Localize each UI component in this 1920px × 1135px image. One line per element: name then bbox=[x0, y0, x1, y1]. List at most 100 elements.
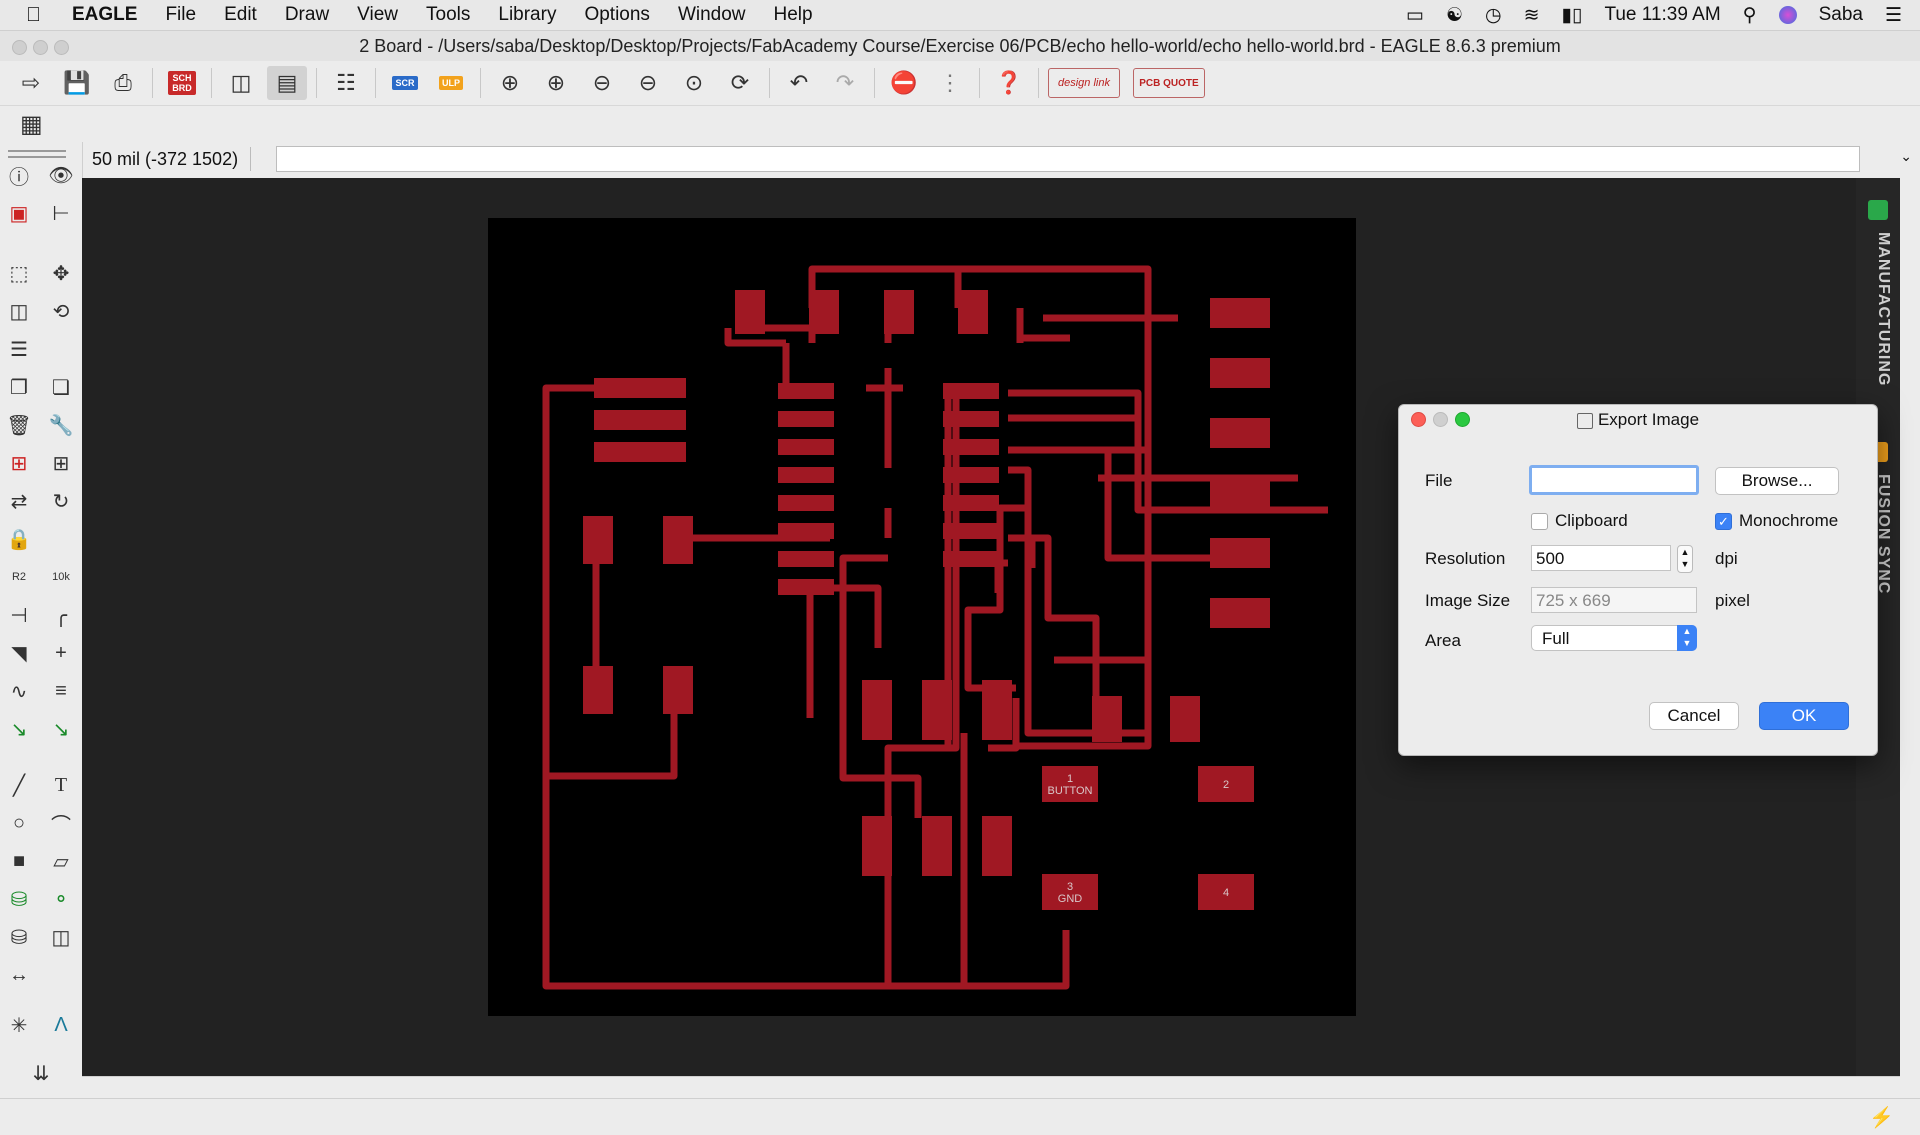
chevron-down-icon[interactable]: ⌄ bbox=[1900, 148, 1912, 165]
print-icon[interactable]: ⎙ bbox=[103, 66, 143, 100]
menu-view[interactable]: View bbox=[343, 4, 412, 26]
move-icon[interactable]: ✥ bbox=[46, 260, 76, 286]
manufacturing-tab[interactable]: MANUFACTURING bbox=[1874, 232, 1892, 386]
swap-icon[interactable]: ⇄ bbox=[4, 488, 34, 514]
polygon-icon[interactable]: ▱ bbox=[46, 848, 76, 874]
script-button[interactable]: SCR bbox=[385, 66, 425, 100]
menu-help[interactable]: Help bbox=[760, 4, 827, 26]
miter-icon[interactable]: ╭ bbox=[46, 602, 76, 628]
file-input[interactable] bbox=[1529, 465, 1699, 495]
design-link-button[interactable]: design link bbox=[1048, 68, 1120, 98]
close-window-button[interactable] bbox=[12, 40, 27, 55]
ulp-button[interactable]: ULP bbox=[431, 66, 471, 100]
dimension-icon[interactable]: ↔ bbox=[4, 962, 34, 988]
open-icon[interactable]: ⇨ bbox=[11, 66, 51, 100]
ripup-icon[interactable]: ↘ bbox=[46, 716, 76, 742]
redraw-icon[interactable]: ⟳ bbox=[720, 66, 760, 100]
lightning-icon[interactable]: ⚡ bbox=[1869, 1105, 1894, 1130]
vertical-scrollbar[interactable] bbox=[1900, 178, 1920, 1076]
mark-icon[interactable]: ⊢ bbox=[46, 200, 76, 226]
arc-icon[interactable]: ⌒ bbox=[46, 810, 76, 837]
more-tools-icon[interactable]: ⇊ bbox=[26, 1060, 56, 1086]
zoom-select-icon[interactable]: ⊙ bbox=[674, 66, 714, 100]
pcb-quote-button[interactable]: PCB QUOTE bbox=[1133, 68, 1205, 98]
slice-icon[interactable]: ◥ bbox=[4, 640, 34, 666]
autorouter-icon[interactable]: Λ bbox=[46, 1012, 76, 1038]
replace-icon[interactable]: ⊞ bbox=[46, 450, 76, 476]
circle-icon[interactable]: ○ bbox=[4, 810, 34, 836]
value-icon[interactable]: 10k bbox=[46, 564, 76, 590]
menu-options[interactable]: Options bbox=[570, 4, 663, 26]
switch-sch-brd-button[interactable]: SCH BRD bbox=[162, 66, 202, 100]
eye-icon[interactable]: 👁 bbox=[46, 162, 76, 188]
undo-icon[interactable]: ↶ bbox=[779, 66, 819, 100]
manufacturing-icon[interactable]: ▤ bbox=[267, 66, 307, 100]
battery-icon[interactable]: ▮▯ bbox=[1562, 4, 1583, 27]
line-icon[interactable]: ╱ bbox=[4, 772, 34, 798]
via-icon[interactable]: ⛁ bbox=[4, 886, 34, 912]
rotate-icon[interactable]: ⟲ bbox=[46, 298, 76, 324]
info-icon[interactable]: ⓘ bbox=[4, 162, 34, 189]
ok-button[interactable]: OK bbox=[1759, 702, 1849, 730]
redo-icon[interactable]: ↷ bbox=[825, 66, 865, 100]
signal-icon[interactable]: ⚬ bbox=[46, 886, 76, 912]
route-icon[interactable]: ↘ bbox=[4, 716, 34, 742]
spotlight-icon[interactable]: ⚲ bbox=[1743, 4, 1757, 27]
help-icon[interactable]: ❓ bbox=[989, 66, 1029, 100]
layers-icon[interactable]: ▣ bbox=[4, 200, 34, 226]
user-name[interactable]: Saba bbox=[1819, 4, 1863, 26]
diff-pair-icon[interactable]: ≡ bbox=[46, 678, 76, 704]
select-icon[interactable]: ⬚ bbox=[4, 260, 34, 286]
area-select[interactable]: Full ▲ ▼ bbox=[1531, 625, 1697, 651]
zoom-out-icon[interactable]: ⊖ bbox=[582, 66, 622, 100]
zoom-previous-icon[interactable]: ⊖ bbox=[628, 66, 668, 100]
grid-icon[interactable]: ▦ bbox=[20, 110, 43, 139]
paste-icon[interactable]: ❏ bbox=[46, 374, 76, 400]
copy-icon[interactable]: ❐ bbox=[4, 374, 34, 400]
menu-file[interactable]: File bbox=[151, 4, 210, 26]
delete-icon[interactable]: 🗑 bbox=[4, 412, 34, 438]
name-icon[interactable]: R2 bbox=[4, 564, 34, 590]
time-machine-icon[interactable]: ◷ bbox=[1485, 4, 1502, 27]
menu-app-name[interactable]: EAGLE bbox=[54, 4, 151, 26]
command-line-input[interactable] bbox=[276, 146, 1860, 172]
clipboard-checkbox[interactable] bbox=[1531, 513, 1548, 530]
ratsnest-icon[interactable]: ✳ bbox=[4, 1012, 34, 1038]
clock[interactable]: Tue 11:39 AM bbox=[1604, 4, 1720, 26]
cancel-button[interactable]: Cancel bbox=[1649, 702, 1739, 730]
menu-edit[interactable]: Edit bbox=[210, 4, 271, 26]
align-icon[interactable]: ☰ bbox=[4, 336, 34, 362]
mirror-icon[interactable]: ◫ bbox=[4, 298, 34, 324]
chevron-updown-icon[interactable]: ▲ ▼ bbox=[1677, 625, 1697, 651]
menu-library[interactable]: Library bbox=[484, 4, 570, 26]
meander-icon[interactable]: ∿ bbox=[4, 678, 34, 704]
attribute-icon[interactable]: ◫ bbox=[46, 924, 76, 950]
airplay-icon[interactable]: ▭ bbox=[1406, 4, 1424, 27]
minimize-window-button[interactable] bbox=[33, 40, 48, 55]
library-icon[interactable]: ☷ bbox=[326, 66, 366, 100]
go-icon[interactable]: ⋮ bbox=[930, 66, 970, 100]
save-icon[interactable]: 💾 bbox=[57, 66, 97, 100]
menu-tools[interactable]: Tools bbox=[412, 4, 484, 26]
change-icon[interactable]: 🔧 bbox=[46, 412, 76, 438]
lock-icon[interactable]: 🔒 bbox=[4, 526, 34, 552]
optimize-icon[interactable]: + bbox=[46, 640, 76, 666]
siri-icon[interactable] bbox=[1778, 6, 1797, 24]
manufacturing-icon[interactable] bbox=[1868, 200, 1888, 220]
hole-icon[interactable]: ⛁ bbox=[4, 924, 34, 950]
menu-window[interactable]: Window bbox=[664, 4, 760, 26]
split-icon[interactable]: ⊣ bbox=[4, 602, 34, 628]
resolution-stepper[interactable]: ▲ ▼ bbox=[1677, 545, 1693, 573]
text-icon[interactable]: T bbox=[46, 772, 76, 798]
apple-icon[interactable]:  bbox=[26, 4, 54, 27]
zoom-fit-icon[interactable]: ⊕ bbox=[490, 66, 530, 100]
wifi-icon[interactable]: ≋ bbox=[1524, 4, 1540, 27]
zoom-window-button[interactable] bbox=[54, 40, 69, 55]
menu-draw[interactable]: Draw bbox=[271, 4, 343, 26]
rectangle-icon[interactable]: ■ bbox=[4, 848, 34, 874]
browse-button[interactable]: Browse... bbox=[1715, 467, 1839, 495]
cam-processor-icon[interactable]: ◫ bbox=[221, 66, 261, 100]
creative-cloud-icon[interactable]: ☯ bbox=[1446, 4, 1463, 27]
monochrome-checkbox[interactable]: ✓ bbox=[1715, 513, 1732, 530]
resolution-input[interactable]: 500 bbox=[1531, 545, 1671, 571]
